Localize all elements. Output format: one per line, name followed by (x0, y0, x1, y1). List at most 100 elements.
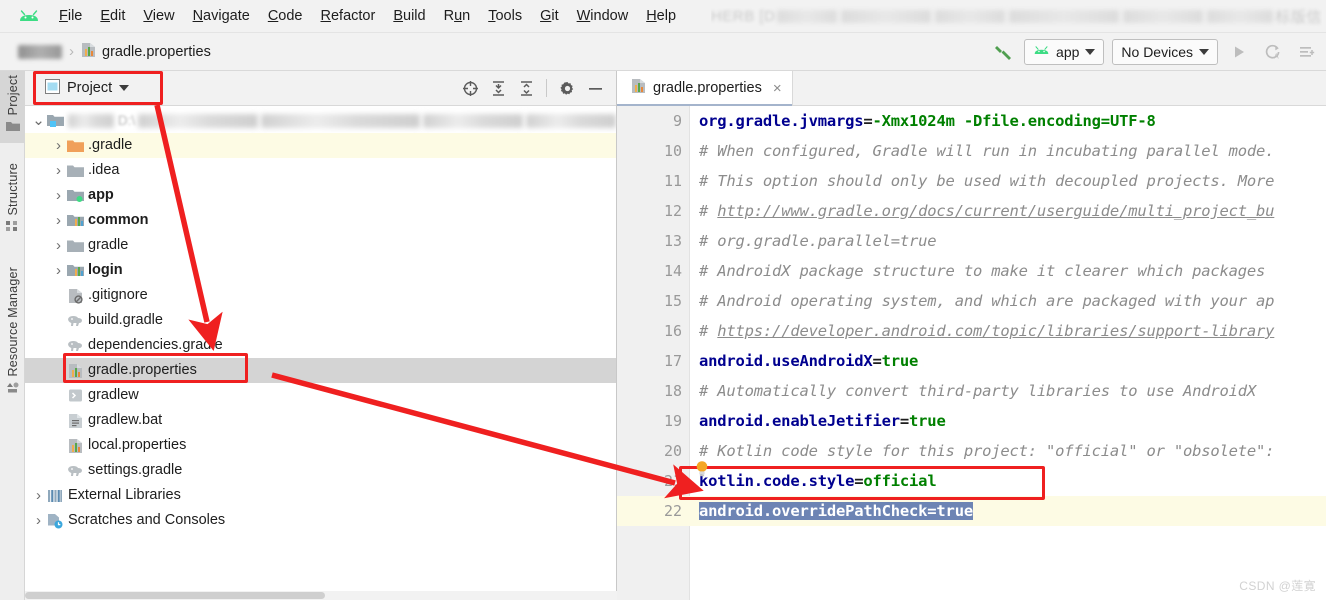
lightbulb-icon[interactable] (694, 460, 710, 478)
tree-node-local-properties[interactable]: local.properties (25, 433, 616, 458)
code-line-17[interactable]: 17 android.useAndroidX=true (617, 346, 1326, 376)
tree-node-idea[interactable]: › .idea (25, 158, 616, 183)
tree-node-app[interactable]: › app (25, 183, 616, 208)
code-line-18[interactable]: 18 # Automatically convert third-party li… (617, 376, 1326, 406)
code-token: official (863, 472, 937, 490)
folder-icon (66, 237, 84, 254)
tree-node-gitignore[interactable]: .gitignore (25, 283, 616, 308)
menu-item-edit[interactable]: Edit (91, 6, 134, 26)
chevron-right-icon[interactable]: › (51, 237, 66, 254)
menu-item-tools[interactable]: Tools (479, 6, 531, 26)
line-number: 22 (663, 502, 682, 520)
scratches-icon (46, 512, 64, 529)
sidebar-item-resource-manager[interactable]: Resource Manager (0, 263, 25, 405)
code-line-10[interactable]: 10 # When configured, Gradle will run in … (617, 136, 1326, 166)
sidebar-item-structure[interactable]: Structure (0, 159, 25, 244)
tree-node-label: gradle (88, 237, 129, 254)
breadcrumb-file[interactable]: gradle.properties (81, 42, 211, 62)
menu-item-file[interactable]: File (50, 6, 91, 26)
scroll-from-source-icon[interactable] (457, 75, 483, 101)
code-line-16[interactable]: 16 # https://developer.android.com/topic/… (617, 316, 1326, 346)
menu-item-view[interactable]: View (134, 6, 183, 26)
settings-gear-icon[interactable] (554, 75, 580, 101)
module-library-icon (66, 262, 84, 279)
tree-node-gradlew[interactable]: gradlew (25, 383, 616, 408)
run-with-coverage-icon[interactable] (1294, 39, 1320, 65)
device-selector[interactable]: No Devices (1112, 38, 1218, 65)
code-token: kotlin.code.style (699, 472, 855, 490)
tree-node-common[interactable]: › common (25, 208, 616, 233)
project-view-selector[interactable]: Project (45, 78, 130, 98)
chevron-right-icon[interactable]: › (51, 212, 66, 229)
collapse-all-icon[interactable] (513, 75, 539, 101)
menu-item-navigate[interactable]: Navigate (184, 6, 259, 26)
menu-item-code[interactable]: Code (259, 6, 312, 26)
menu-item-window[interactable]: Window (568, 6, 638, 26)
code-line-13[interactable]: 13 # org.gradle.parallel=true (617, 226, 1326, 256)
tree-node-gradle-properties[interactable]: gradle.properties (25, 358, 616, 383)
project-horizontal-scrollbar[interactable] (25, 591, 617, 600)
tree-node-label: .gitignore (88, 287, 148, 304)
tree-node-scratches-and-consoles[interactable]: › Scratches and Consoles (25, 508, 616, 533)
shell-script-icon (66, 387, 84, 404)
code-line-text: # org.gradle.parallel=true (690, 232, 937, 250)
menu-item-git[interactable]: Git (531, 6, 568, 26)
csdn-watermark: CSDN @莲寛 (1239, 579, 1316, 593)
hammer-icon[interactable] (990, 39, 1016, 65)
project-folder-icon (5, 119, 20, 143)
code-line-14[interactable]: 14 # AndroidX package structure to make i… (617, 256, 1326, 286)
attach-debugger-icon[interactable]: A (1260, 39, 1286, 65)
chevron-right-icon[interactable]: › (31, 512, 46, 529)
menu-item-refactor[interactable]: Refactor (312, 6, 385, 26)
tree-node-login[interactable]: › login (25, 258, 616, 283)
window-title-prefix: HERB [D (711, 7, 776, 25)
chevron-down-icon[interactable]: ⌄ (31, 113, 46, 128)
close-icon[interactable]: × (773, 80, 782, 97)
title-redaction-2 (841, 9, 932, 23)
code-line-15[interactable]: 15 # Android operating system, and which … (617, 286, 1326, 316)
menu-mnemonic: F (59, 8, 68, 24)
tree-node-settings-gradle[interactable]: settings.gradle (25, 458, 616, 483)
window-title: HERB [D 标版信 (711, 5, 1322, 27)
menu-mnemonic: H (646, 8, 657, 24)
code-line-20[interactable]: 20 # Kotlin code style for this project: … (617, 436, 1326, 466)
chevron-right-icon[interactable]: › (51, 262, 66, 279)
tree-node-dependencies-gradle[interactable]: dependencies.gradle (25, 333, 616, 358)
hide-panel-icon[interactable] (582, 75, 608, 101)
code-line-12[interactable]: 12 # http://www.gradle.org/docs/current/u… (617, 196, 1326, 226)
breadcrumb-root-redacted[interactable] (18, 44, 62, 59)
chevron-right-icon[interactable]: › (31, 487, 46, 504)
tree-root-name-redacted (68, 113, 114, 128)
code-line-11[interactable]: 11 # This option should only be used with… (617, 166, 1326, 196)
code-token: true (909, 412, 946, 430)
tree-node-build-gradle[interactable]: build.gradle (25, 308, 616, 333)
tree-node-label: gradle.properties (88, 362, 197, 379)
tree-node-root[interactable]: ⌄ D:\ (25, 108, 616, 133)
code-line-21[interactable]: 21 kotlin.code.style=official (617, 466, 1326, 496)
chevron-right-icon[interactable]: › (51, 162, 66, 179)
code-line-22[interactable]: 22 android.overridePathCheck=true (617, 496, 1326, 526)
run-triangle-icon[interactable] (1226, 39, 1252, 65)
code-line-19[interactable]: 19 android.enableJetifier=true (617, 406, 1326, 436)
run-configuration-selector[interactable]: app (1024, 38, 1105, 65)
menu-item-help[interactable]: Help (637, 6, 685, 26)
chevron-right-icon[interactable]: › (51, 137, 66, 154)
menu-item-run[interactable]: Run (435, 6, 480, 26)
code-line-9[interactable]: 9 org.gradle.jvmargs=-Xmx1024m -Dfile.enc… (617, 106, 1326, 136)
structure-icon (6, 220, 19, 244)
code-token: org.gradle.jvmargs (699, 112, 864, 130)
tree-node-external-libraries[interactable]: › External Libraries (25, 483, 616, 508)
line-number: 21 (663, 472, 682, 490)
code-viewport[interactable]: 9 org.gradle.jvmargs=-Xmx1024m -Dfile.enc… (617, 106, 1326, 600)
menu-item-build[interactable]: Build (384, 6, 434, 26)
chevron-down-icon (1085, 48, 1096, 55)
editor-tab-gradle-properties[interactable]: gradle.properties × (617, 71, 793, 106)
sidebar-item-project[interactable]: Project (0, 71, 25, 144)
chevron-right-icon[interactable]: › (51, 187, 66, 204)
tree-node-gradle[interactable]: › .gradle (25, 133, 616, 158)
tree-node-gradle[interactable]: › gradle (25, 233, 616, 258)
expand-all-icon[interactable] (485, 75, 511, 101)
tree-root-path-redaction-3 (423, 113, 524, 128)
tree-node-gradlew-bat[interactable]: gradlew.bat (25, 408, 616, 433)
editor-tab-bar: gradle.properties × (617, 71, 1326, 106)
